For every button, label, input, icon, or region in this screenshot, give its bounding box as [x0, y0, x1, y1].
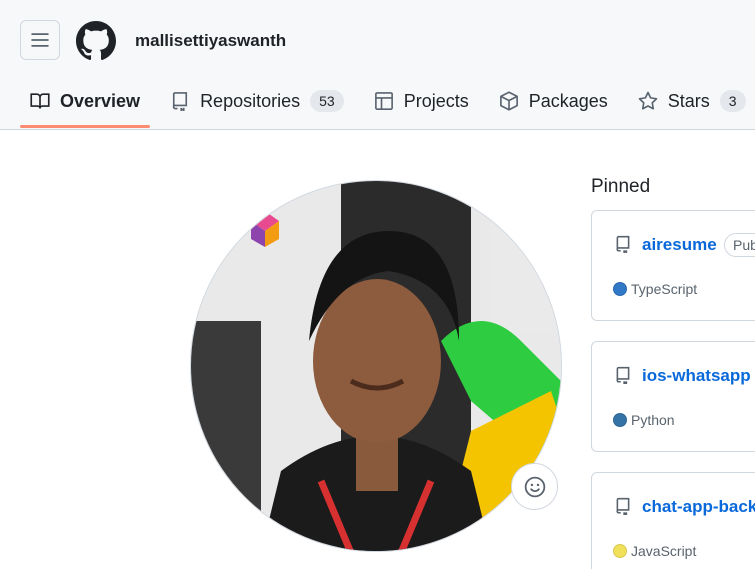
language-label: Python — [631, 412, 675, 428]
menu-button[interactable] — [20, 20, 60, 60]
tab-stars[interactable]: Stars 3 — [628, 78, 755, 124]
smiley-icon — [524, 476, 545, 497]
pinned-heading: Pinned — [591, 176, 651, 197]
set-status-button[interactable] — [511, 463, 558, 510]
language-label: TypeScript — [631, 281, 698, 297]
tab-label: Overview — [60, 90, 141, 111]
visibility-badge: Public — [724, 233, 755, 257]
repo-name-link[interactable]: ios-whatsapp — [642, 366, 751, 386]
table-icon — [374, 92, 393, 110]
language-color-dot — [613, 544, 627, 558]
github-logo-icon[interactable] — [76, 21, 116, 61]
hamburger-icon — [31, 33, 49, 47]
profile-avatar[interactable] — [190, 180, 562, 552]
repo-name-link[interactable]: airesume — [642, 235, 717, 255]
repo-language: Python — [613, 412, 675, 428]
repo-icon — [616, 366, 630, 384]
package-icon — [499, 91, 518, 111]
app-header: mallisettiyaswanth Overview Repositories… — [0, 0, 755, 130]
pinned-repo-card: ios-whatsapp Python — [591, 341, 755, 452]
profile-tabs: Overview Repositories 53 Projects Packag… — [20, 78, 755, 130]
repositories-count: 53 — [310, 90, 344, 112]
tab-repositories[interactable]: Repositories 53 — [160, 78, 354, 124]
tab-label: Packages — [528, 90, 608, 111]
stars-count: 3 — [719, 90, 746, 112]
tab-overview[interactable]: Overview — [20, 78, 151, 128]
repo-icon — [172, 92, 188, 111]
repo-language: JavaScript — [613, 543, 696, 559]
book-icon — [30, 93, 50, 109]
repo-language: TypeScript — [613, 281, 697, 297]
repo-icon — [616, 497, 630, 515]
tab-label: Projects — [403, 90, 469, 111]
tab-label: Repositories — [200, 90, 301, 111]
pinned-repo-card: chat-app-backend JavaScript — [591, 472, 755, 569]
repo-icon — [616, 235, 630, 253]
tab-packages[interactable]: Packages — [489, 78, 618, 124]
language-color-dot — [613, 413, 627, 427]
language-label: JavaScript — [631, 543, 697, 559]
profile-username[interactable]: mallisettiyaswanth — [135, 31, 286, 51]
star-icon — [638, 91, 658, 110]
avatar-photo — [191, 181, 561, 551]
pinned-repo-card: airesume Public TypeScript — [591, 210, 755, 321]
tab-label: Stars — [667, 90, 710, 111]
tab-projects[interactable]: Projects — [364, 78, 479, 124]
repo-name-link[interactable]: chat-app-backend — [642, 497, 755, 517]
language-color-dot — [613, 282, 627, 296]
